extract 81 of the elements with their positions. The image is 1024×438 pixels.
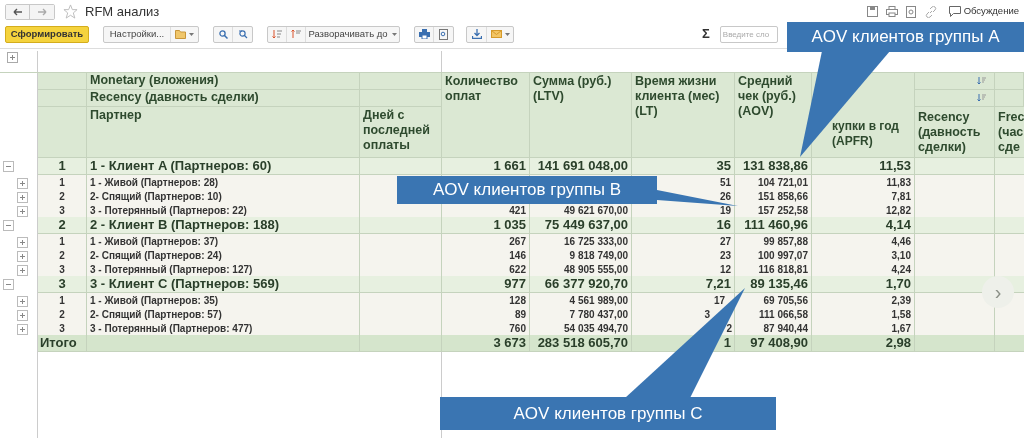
back-button[interactable] [6, 4, 30, 19]
sort-icon[interactable] [977, 94, 986, 102]
print-icon [418, 29, 430, 39]
caret-icon [504, 32, 510, 36]
expand-icon[interactable] [17, 295, 28, 307]
column-header: Время жизни клиента (мес) (LT) [632, 73, 735, 158]
save-icon[interactable] [866, 6, 878, 17]
expand-icon[interactable] [17, 236, 28, 248]
column-header: Monetary (вложения) [87, 73, 360, 90]
table-cell: 1 661 [442, 158, 530, 175]
envelope-icon [490, 30, 502, 38]
print-icon[interactable] [885, 6, 898, 17]
table-cell: 3 673 [442, 335, 530, 352]
column-header: Сумма (руб.) (LTV) [530, 73, 632, 158]
preview-icon [439, 28, 448, 40]
column-header: Дней с последней оплаты [360, 107, 442, 158]
column-header: Количество оплат [442, 73, 530, 158]
column-header: Recency (давность сделки) [87, 90, 360, 107]
download-icon [471, 29, 482, 39]
expand-icon[interactable] [17, 264, 28, 276]
sort-ascending-icon [291, 29, 301, 39]
table-cell: 1,70 [812, 276, 915, 293]
row-number: 1 [38, 158, 87, 175]
caret-icon [391, 32, 397, 36]
preview-icon[interactable] [905, 5, 917, 18]
row-label: 1 - Клиент A (Партнеров: 60) [87, 158, 360, 175]
sort-icon[interactable] [977, 77, 986, 85]
search-field[interactable]: Введите сло [719, 25, 778, 43]
expand-icon[interactable] [17, 205, 28, 217]
expand-icon[interactable] [17, 250, 28, 262]
speech-bubble-icon[interactable] [948, 6, 961, 17]
column-header: Средний чек (руб.) (AOV) [735, 73, 812, 158]
table-cell: 97 408,90 [735, 335, 812, 352]
table-cell: 7,21 [632, 276, 735, 293]
table-cell: 977 [442, 276, 530, 293]
callout: AOV клиентов группы A [787, 22, 1024, 52]
expand-to-button[interactable]: Разворачивать до [306, 26, 399, 42]
table-cell: 283 518 605,70 [530, 335, 632, 352]
table-cell: 131 838,86 [735, 158, 812, 175]
table-cell: 75 449 637,00 [530, 217, 632, 234]
table-cell: 4,14 [812, 217, 915, 234]
table-cell: 1 035 [442, 217, 530, 234]
expand-all-icon[interactable] [7, 52, 18, 63]
expand-icon[interactable] [17, 309, 28, 321]
table-cell: 66 377 920,70 [530, 276, 632, 293]
sum-symbol[interactable]: Σ [702, 24, 710, 44]
row-number: 2 [38, 217, 87, 234]
folder-icon [175, 29, 186, 39]
table-cell: 89 135,46 [735, 276, 812, 293]
table-cell: 16 [632, 217, 735, 234]
caret-icon [189, 32, 194, 36]
callout: AOV клиентов группы C [440, 397, 776, 430]
window-title: RFM анализ [85, 2, 160, 21]
forward-arrow-icon [37, 7, 47, 16]
column-header: Партнер [87, 107, 360, 158]
expand-icon[interactable] [17, 191, 28, 203]
table-cell: 11,53 [812, 158, 915, 175]
collapse-icon[interactable] [3, 279, 14, 290]
table-cell: 141 691 048,00 [530, 158, 632, 175]
table-cell: 2,98 [812, 335, 915, 352]
discussion-link[interactable]: Обсуждение [963, 4, 1019, 19]
total-label: Итого [38, 335, 87, 352]
table-cell: 35 [632, 158, 735, 175]
row-label: 2 - Клиент B (Партнеров: 188) [87, 217, 360, 234]
collapse-icon[interactable] [3, 220, 14, 231]
star-icon[interactable] [63, 4, 78, 19]
settings-button[interactable]: Настройки... [104, 26, 171, 42]
link-icon[interactable] [924, 5, 937, 18]
expand-icon[interactable] [17, 177, 28, 189]
generate-button[interactable]: Сформировать [5, 25, 89, 43]
table-cell: 111 460,96 [735, 217, 812, 234]
collapse-icon[interactable] [3, 161, 14, 172]
back-arrow-icon [12, 7, 23, 16]
search-icon [218, 29, 228, 39]
column-header: Frec (час сде [995, 107, 1024, 158]
expand-icon[interactable] [17, 323, 28, 335]
search-icon [237, 29, 248, 39]
row-number: 3 [38, 276, 87, 293]
sort-descending-icon [272, 29, 282, 39]
column-header: Recency (давность сделки) [915, 107, 995, 158]
row-label: 3 - Клиент C (Партнеров: 569) [87, 276, 360, 293]
